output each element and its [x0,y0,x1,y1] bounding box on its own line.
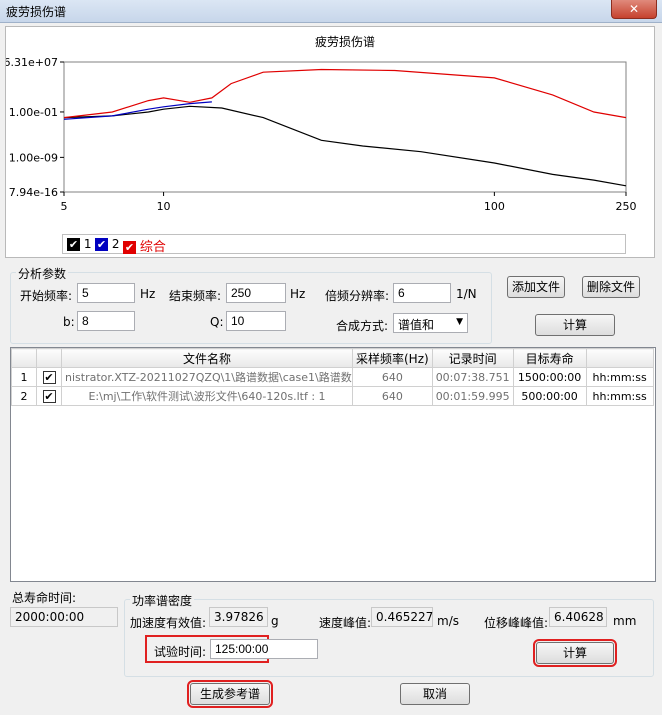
y-tick-label: 1.00e-09 [9,151,58,164]
legend-label-combined: 综合 [139,240,166,255]
psd-compute-button[interactable]: 计算 [533,639,617,667]
velocity-value: 0.465227 [371,607,433,627]
col-index[interactable] [11,348,37,368]
col-target-life[interactable]: 目标寿命 [512,348,587,368]
chart-panel: 疲劳损伤谱 6.31e+07 1.00e-01 1.00e-09 7.94e-16 5 10… [4,26,655,258]
chart-legend: ✔ 1 ✔ 2 ✔ 综合 [62,234,626,255]
checkmark-icon[interactable]: ✔ [42,389,56,403]
row-filename: nistrator.XTZ-20211027QZQ\1\路谱数据\case1\路… [61,367,353,387]
file-table: 文件名称 采样频率(Hz) 记录时间 目标寿命 1 ✔ nistrator.XT… [11,348,654,406]
legend-item-combined[interactable]: ✔ 综合 [123,236,166,255]
window-title: 疲劳损伤谱 [6,5,67,19]
b-input[interactable] [77,311,135,331]
add-file-button[interactable]: 添加文件 [507,276,565,298]
legend-check-icon[interactable]: ✔ [67,238,80,251]
velocity-label: 速度峰值: [319,616,372,630]
start-freq-label: 开始频率: [20,289,73,303]
table-row[interactable]: 1 ✔ nistrator.XTZ-20211027QZQ\1\路谱数据\cas… [11,367,654,387]
test-time-label: 试验时间: [154,645,207,659]
y-tick-label: 6.31e+07 [6,56,58,69]
legend-check-icon[interactable]: ✔ [95,238,108,251]
row-unit: hh:mm:ss [585,367,654,387]
displacement-value: 6.40628 [549,607,607,627]
chart-title: 疲劳损伤谱 [315,34,375,49]
col-filename[interactable]: 文件名称 [61,348,353,368]
analysis-params-label: 分析参数 [16,265,69,282]
start-freq-input[interactable] [77,283,135,303]
col-record-time[interactable]: 记录时间 [431,348,514,368]
velocity-unit: m/s [437,614,459,628]
row-sample-rate: 640 [352,386,433,406]
col-check[interactable] [36,348,62,368]
row-index: 2 [11,386,37,406]
damage-spectrum-chart: 疲劳损伤谱 6.31e+07 1.00e-01 1.00e-09 7.94e-165 10… [4,34,637,213]
total-life-label: 总寿命时间: [12,591,77,605]
row-unit: hh:mm:ss [585,386,654,406]
displacement-label: 位移峰峰值: [484,616,549,630]
accel-label: 加速度有效值: [130,616,207,630]
close-button[interactable]: ✕ [611,0,657,19]
method-label: 合成方式: [336,319,389,333]
series-line-1 [63,105,627,187]
legend-check-icon[interactable]: ✔ [123,241,136,254]
row-filename: E:\mj\工作\软件测试\波形文件\640-120s.ltf : 1 [61,386,353,406]
end-freq-label: 结束频率: [169,289,222,303]
row-target-life[interactable]: 500:00:00 [512,386,587,406]
total-life-value: 2000:00:00 [10,607,118,627]
checkmark-icon[interactable]: ✔ [42,370,56,384]
file-table-panel: 文件名称 采样频率(Hz) 记录时间 目标寿命 1 ✔ nistrator.XT… [10,347,656,582]
method-value: 谱值和 [398,318,435,332]
delete-file-button[interactable]: 删除文件 [582,276,640,298]
y-tick-label: 7.94e-16 [9,186,58,199]
start-freq-unit: Hz [140,287,156,301]
row-checkbox[interactable]: ✔ [36,386,62,406]
x-tick-label: 5 [61,200,68,213]
table-row[interactable]: 2 ✔ E:\mj\工作\软件测试\波形文件\640-120s.ltf : 1 … [11,386,654,406]
octave-label: 倍频分辨率: [325,289,390,303]
x-tick-label: 100 [484,200,505,213]
method-select[interactable]: 谱值和 ▼ [393,313,468,333]
series-line-3 [63,68,627,119]
x-tick-label: 10 [157,200,171,213]
b-label: b: [63,315,75,329]
col-unit[interactable] [585,348,654,368]
row-target-life[interactable]: 1500:00:00 [512,367,587,387]
table-header-row: 文件名称 采样频率(Hz) 记录时间 目标寿命 [11,348,654,368]
octave-unit: 1/N [456,287,477,301]
params-compute-button[interactable]: 计算 [535,314,615,336]
generate-reference-spectrum-button[interactable]: 生成参考谱 [187,680,273,708]
legend-item-1[interactable]: ✔ 1 [67,237,91,251]
row-record-time: 00:01:59.995 [431,386,514,406]
test-time-input[interactable] [210,639,318,659]
col-sample-rate[interactable]: 采样频率(Hz) [352,348,433,368]
displacement-unit: mm [613,614,637,628]
psd-group-label: 功率谱密度 [130,592,195,609]
row-checkbox[interactable]: ✔ [36,367,62,387]
legend-label-1: 1 [83,237,92,251]
cancel-button[interactable]: 取消 [400,683,470,705]
end-freq-unit: Hz [290,287,306,301]
q-label: Q: [210,315,224,329]
chevron-down-icon: ▼ [456,317,463,327]
row-record-time: 00:07:38.751 [431,367,514,387]
accel-value: 3.97826 [209,607,268,627]
q-input[interactable] [226,311,286,331]
accel-unit: g [271,614,279,628]
legend-item-2[interactable]: ✔ 2 [95,237,119,251]
octave-input[interactable] [393,283,451,303]
title-bar: 疲劳损伤谱 ✕ [0,0,662,23]
x-tick-label: 250 [616,200,637,213]
row-sample-rate: 640 [352,367,433,387]
row-index: 1 [11,367,37,387]
legend-label-2: 2 [111,237,120,251]
end-freq-input[interactable] [226,283,286,303]
y-tick-label: 1.00e-01 [9,106,58,119]
